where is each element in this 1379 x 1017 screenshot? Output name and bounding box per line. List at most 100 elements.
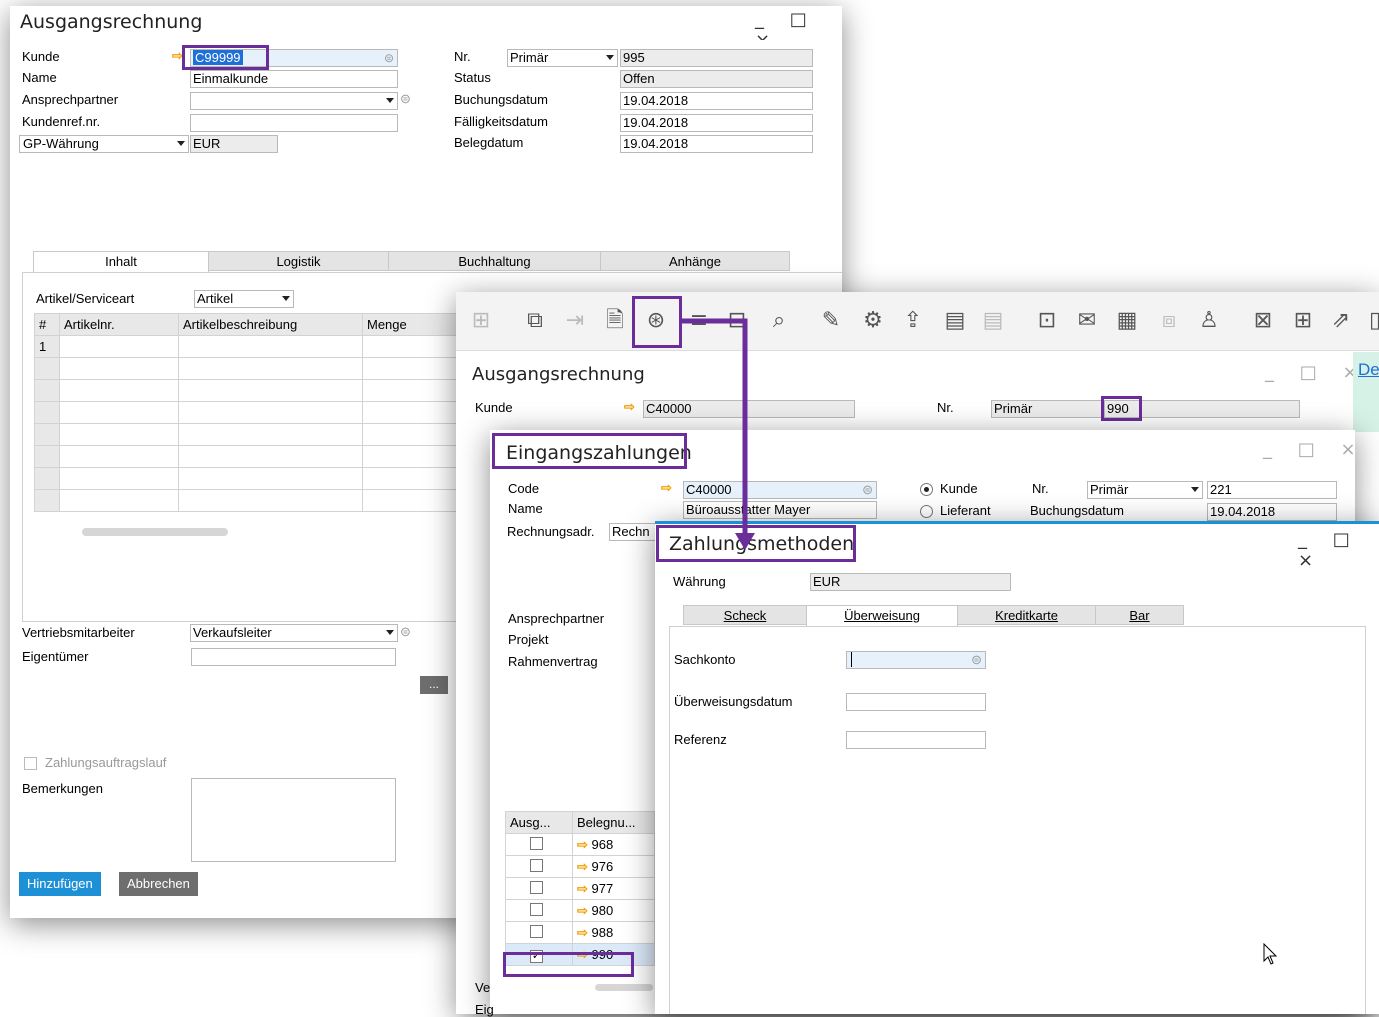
col-header[interactable]: Belegnu... bbox=[572, 811, 655, 834]
buchungsdatum-field[interactable]: 19.04.2018 bbox=[1207, 503, 1337, 521]
link-arrow-icon[interactable]: ⇨ bbox=[577, 903, 588, 918]
select-checkbox[interactable] bbox=[530, 880, 543, 894]
pay-doc-icon[interactable]: ⊡ bbox=[1032, 305, 1062, 337]
tab-anhaenge[interactable]: Anhänge bbox=[600, 251, 790, 271]
chart-icon[interactable]: ⇗ bbox=[1326, 305, 1356, 337]
eigentuemer-field[interactable] bbox=[191, 648, 396, 666]
list-icon[interactable]: ⊜ bbox=[862, 482, 873, 498]
select-checkbox[interactable] bbox=[530, 836, 543, 850]
horizontal-scrollbar[interactable] bbox=[82, 528, 228, 536]
window-controls[interactable]: _ □ × bbox=[1298, 529, 1379, 571]
name-field[interactable]: Einmalkunde bbox=[190, 70, 398, 88]
horizontal-scrollbar[interactable] bbox=[595, 984, 653, 991]
link-arrow-icon[interactable]: ⇨ bbox=[661, 480, 672, 496]
sachkonto-field[interactable]: ⊜ bbox=[846, 651, 986, 669]
window-controls[interactable]: _ □ × bbox=[1263, 439, 1366, 460]
col-header[interactable]: Ausg... bbox=[505, 811, 573, 834]
col-header[interactable]: Artikelnr. bbox=[59, 313, 179, 336]
link-arrow-icon[interactable]: ⇨ bbox=[577, 881, 588, 896]
list-icon[interactable]: ⊜ bbox=[400, 624, 411, 640]
copy-to-icon[interactable]: ⇥ bbox=[560, 305, 590, 337]
col-header[interactable]: # bbox=[34, 313, 60, 336]
kundenref-field[interactable] bbox=[190, 114, 398, 132]
preview-icon[interactable]: ⌕ bbox=[764, 305, 794, 337]
gp-waehrung-select[interactable]: GP-Währung bbox=[19, 135, 189, 153]
filter-icon[interactable]: ⊞ bbox=[466, 305, 496, 337]
mail-money-icon[interactable]: ✉ bbox=[1072, 305, 1102, 337]
tab-ueberweisung[interactable]: Überweisung bbox=[806, 605, 958, 627]
table-row[interactable] bbox=[34, 357, 464, 380]
sort-icon[interactable]: ≡ bbox=[684, 305, 714, 337]
radio-lieferant[interactable] bbox=[920, 505, 933, 518]
vertriebsmitarbeiter-select[interactable]: Verkaufsleiter bbox=[190, 624, 398, 642]
buchungsdatum-field[interactable]: 19.04.2018 bbox=[620, 92, 813, 110]
list-icon[interactable]: ⊜ bbox=[971, 652, 982, 668]
table-row[interactable] bbox=[34, 423, 464, 446]
faelligkeitsdatum-field[interactable]: 19.04.2018 bbox=[620, 114, 813, 132]
tab-bar[interactable]: Bar bbox=[1095, 605, 1184, 625]
nr-series-select[interactable]: Primär bbox=[1087, 481, 1203, 499]
report-icon[interactable]: ⊠ bbox=[1248, 305, 1278, 337]
chevron-down-icon bbox=[1191, 487, 1199, 492]
tab-buchhaltung[interactable]: Buchhaltung bbox=[388, 251, 601, 271]
side-link[interactable]: De bbox=[1358, 360, 1379, 380]
table-row[interactable]: ⇨ 976 bbox=[505, 855, 655, 878]
gift-icon[interactable]: ⊞ bbox=[1288, 305, 1318, 337]
calc-icon[interactable]: ⊟ bbox=[722, 305, 752, 337]
nr-series-select[interactable]: Primär bbox=[507, 49, 618, 67]
table-row[interactable] bbox=[34, 379, 464, 402]
chevron-down-icon bbox=[606, 55, 614, 60]
col-header[interactable]: Artikelbeschreibung bbox=[178, 313, 363, 336]
artikel-serviceart-select[interactable]: Artikel bbox=[194, 290, 294, 308]
cancel-button[interactable]: Abbrechen bbox=[119, 872, 198, 896]
select-checkbox[interactable] bbox=[530, 902, 543, 916]
link-arrow-icon[interactable]: ⇨ bbox=[577, 837, 588, 852]
select-checkbox[interactable] bbox=[530, 858, 543, 872]
document-icon[interactable]: 🗎 bbox=[600, 305, 630, 337]
tab-inhalt[interactable]: Inhalt bbox=[33, 251, 209, 273]
col-header[interactable]: Menge bbox=[362, 313, 464, 336]
copy-from-icon[interactable]: ⧉ bbox=[520, 305, 550, 337]
radio-kunde[interactable] bbox=[920, 483, 933, 496]
table-row[interactable]: ⇨ 980 bbox=[505, 899, 655, 922]
bemerkungen-textarea[interactable] bbox=[191, 778, 396, 862]
message-disabled-icon[interactable]: ▤ bbox=[978, 305, 1008, 337]
message-icon[interactable]: ▤ bbox=[940, 305, 970, 337]
list-icon[interactable]: ⊜ bbox=[400, 91, 411, 107]
edit-icon[interactable]: ✎ bbox=[816, 305, 846, 337]
table-row[interactable]: ⇨ 968 bbox=[505, 833, 655, 856]
tab-logistik[interactable]: Logistik bbox=[208, 251, 389, 271]
rahmenvertrag-label: Rahmenvertrag bbox=[508, 654, 598, 669]
table-row[interactable] bbox=[34, 489, 464, 512]
add-button[interactable]: Hinzufügen bbox=[19, 872, 101, 896]
referenz-field[interactable] bbox=[846, 731, 986, 749]
table-row[interactable] bbox=[34, 401, 464, 424]
code-field[interactable]: C40000 ⊜ bbox=[683, 481, 877, 499]
ansprechpartner-select[interactable] bbox=[190, 92, 398, 110]
more-toolbar-icon[interactable]: ▯ bbox=[1360, 305, 1379, 337]
export-icon[interactable]: ⇪ bbox=[898, 305, 928, 337]
rechnungsadresse-field[interactable]: Rechn bbox=[609, 523, 659, 541]
link-arrow-icon[interactable]: ⇨ bbox=[577, 859, 588, 874]
calendar-icon[interactable]: ▦ bbox=[1112, 305, 1142, 337]
select-checkbox[interactable] bbox=[530, 924, 543, 938]
nr-series-field[interactable]: Primär bbox=[991, 400, 1103, 418]
list-icon[interactable]: ⊜ bbox=[384, 50, 394, 66]
table-row[interactable]: ⇨ 988 bbox=[505, 921, 655, 944]
table-row[interactable]: 1 bbox=[34, 335, 464, 358]
table-row[interactable] bbox=[34, 445, 464, 468]
belegdatum-field[interactable]: 19.04.2018 bbox=[620, 135, 813, 153]
ueberweisungsdatum-field[interactable] bbox=[846, 693, 986, 711]
link-arrow-icon[interactable]: ⇨ bbox=[577, 925, 588, 940]
tab-kreditkarte[interactable]: Kreditkarte bbox=[957, 605, 1096, 625]
settings-doc-icon[interactable]: ⚙ bbox=[858, 305, 888, 337]
more-button[interactable]: ... bbox=[420, 676, 448, 694]
link-arrow-icon[interactable]: ⇨ bbox=[624, 399, 635, 415]
hierarchy-icon[interactable]: ⧈ bbox=[1154, 305, 1184, 337]
name-field[interactable]: Büroausstatter Mayer bbox=[683, 501, 877, 519]
user-icon[interactable]: ♙ bbox=[1194, 305, 1224, 337]
kunde-field[interactable]: C40000 bbox=[643, 400, 855, 418]
tab-scheck[interactable]: Scheck bbox=[683, 605, 807, 625]
table-row[interactable] bbox=[34, 467, 464, 490]
table-row[interactable]: ⇨ 977 bbox=[505, 877, 655, 900]
